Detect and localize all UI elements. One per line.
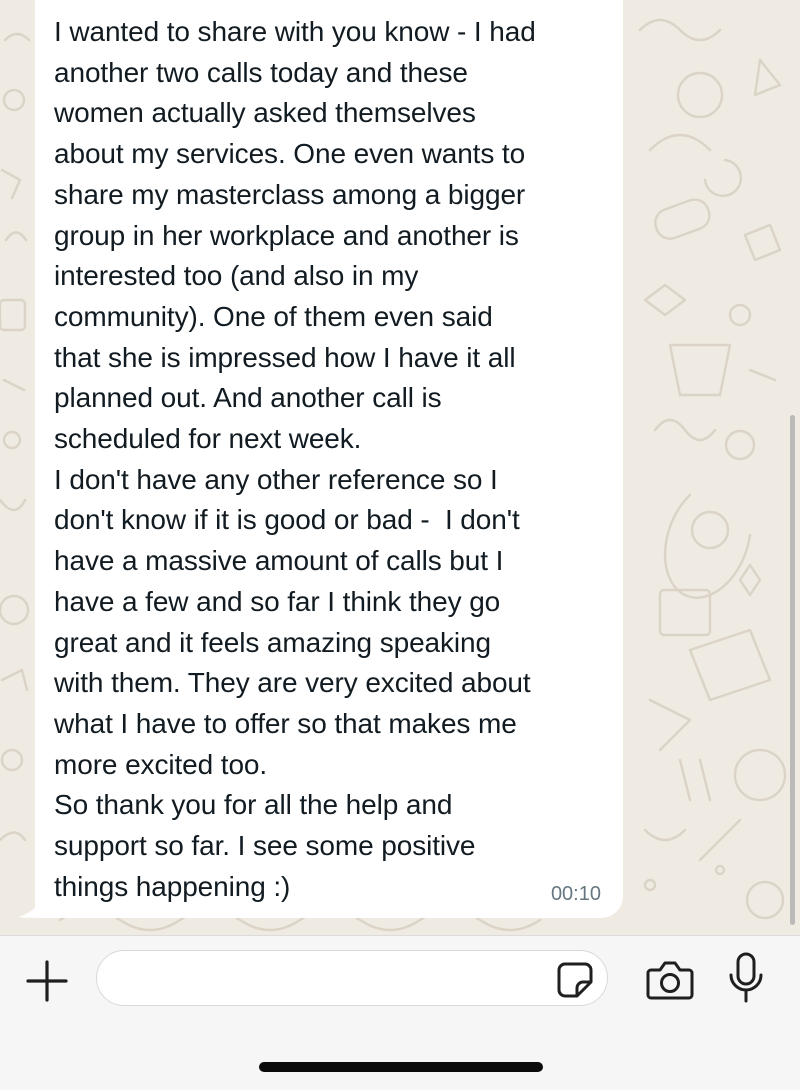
- scrollbar[interactable]: [790, 415, 795, 925]
- home-indicator: [259, 1062, 543, 1072]
- message-timestamp: 00:10: [550, 883, 601, 905]
- message-composer-bar: [0, 935, 800, 1090]
- camera-icon: [646, 961, 694, 1000]
- microphone-icon: [729, 952, 763, 1003]
- chat-screen: I wanted to share with you know - I had …: [0, 0, 800, 1090]
- sticker-button[interactable]: [553, 958, 597, 1002]
- chat-area[interactable]: I wanted to share with you know - I had …: [0, 0, 800, 935]
- microphone-button[interactable]: [722, 950, 770, 1008]
- incoming-message-bubble[interactable]: I wanted to share with you know - I had …: [35, 0, 623, 918]
- plus-icon: [26, 960, 68, 1002]
- message-text: I wanted to share with you know - I had …: [54, 16, 536, 902]
- attach-button[interactable]: [22, 956, 72, 1006]
- sticker-icon: [557, 962, 593, 998]
- message-input[interactable]: [96, 950, 608, 1006]
- camera-button[interactable]: [644, 956, 696, 1004]
